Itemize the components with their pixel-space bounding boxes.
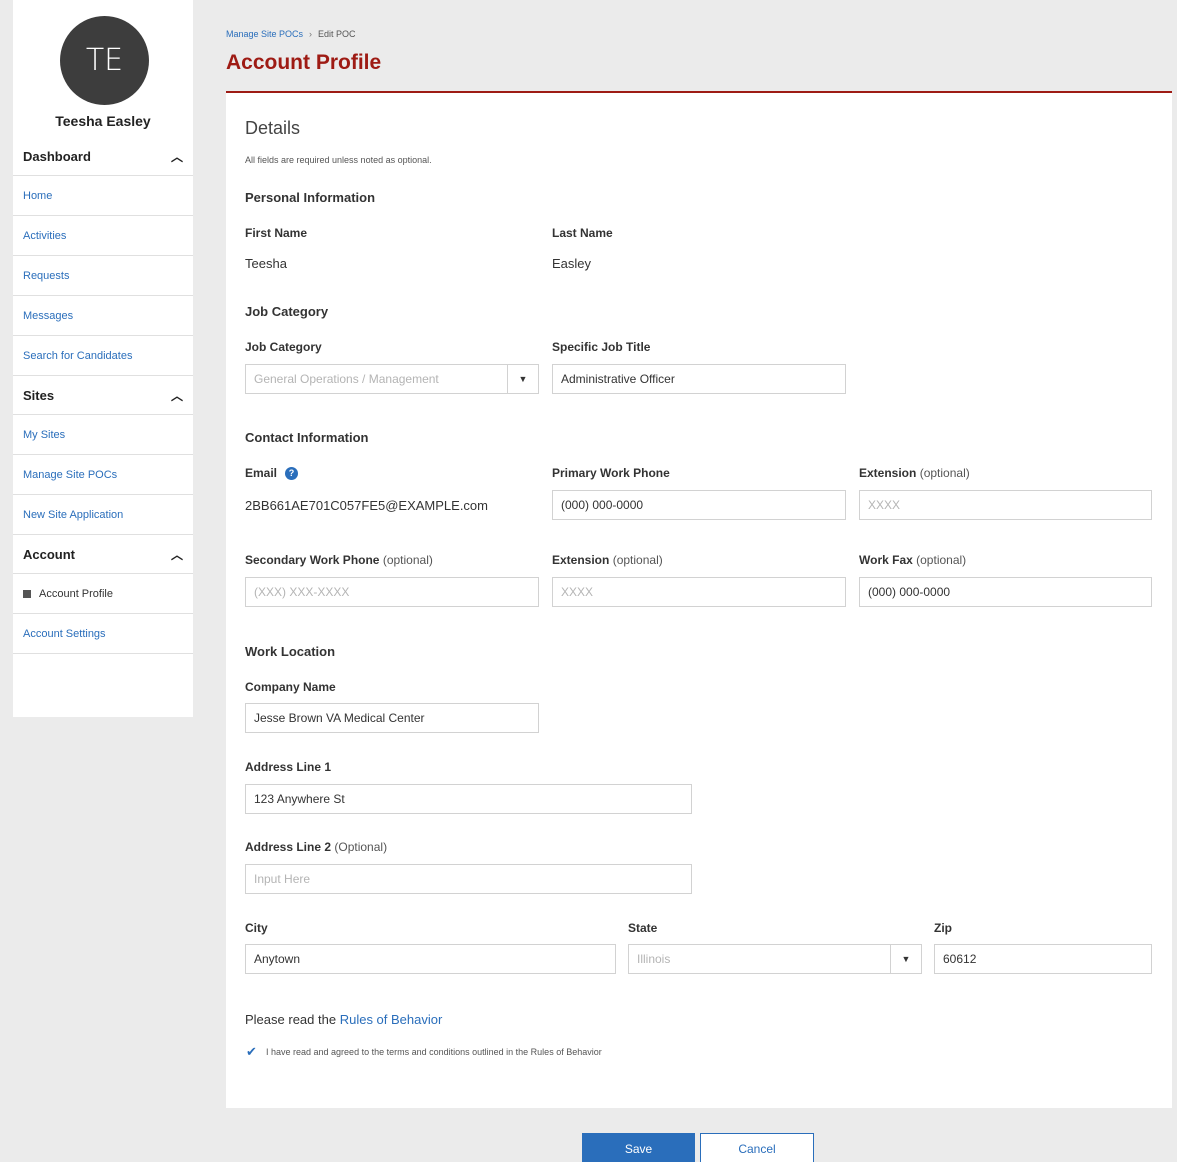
extension-2-input[interactable]: XXXX <box>552 577 846 607</box>
optional-tag: (optional) <box>919 466 970 480</box>
first-name-value: Teesha <box>245 256 287 271</box>
company-name-input[interactable]: Jesse Brown VA Medical Center <box>245 703 539 733</box>
address2-input[interactable]: Input Here <box>245 864 692 894</box>
zip-input[interactable]: 60612 <box>934 944 1152 974</box>
last-name-label: Last Name <box>552 226 613 240</box>
state-value: Illinois <box>637 952 671 966</box>
contact-info-heading: Contact Information <box>245 430 369 445</box>
company-name-label: Company Name <box>245 680 336 694</box>
work-location-heading: Work Location <box>245 644 336 659</box>
address2-label: Address Line 2 (Optional) <box>245 840 387 854</box>
rules-prefix: Please read the <box>245 1012 337 1027</box>
required-note: All fields are required unless noted as … <box>245 155 432 165</box>
email-value: 2BB661AE701C057FE5@EXAMPLE.com <box>245 498 488 513</box>
extension-input[interactable]: XXXX <box>859 490 1152 520</box>
sidebar-item-my-sites[interactable]: My Sites <box>13 415 193 455</box>
sidebar-item-label: Account Profile <box>39 587 113 600</box>
state-select[interactable]: Illinois ▼ <box>628 944 922 974</box>
job-category-select[interactable]: General Operations / Management ▼ <box>245 364 539 394</box>
work-fax-label-text: Work Fax <box>859 553 913 567</box>
agree-checkbox[interactable]: ✔ <box>246 1045 260 1059</box>
secondary-phone-input[interactable]: (XXX) XXX-XXXX <box>245 577 539 607</box>
primary-phone-input[interactable]: (000) 000-0000 <box>552 490 846 520</box>
job-category-value: General Operations / Management <box>254 372 439 386</box>
optional-tag: (optional) <box>382 553 433 567</box>
chevron-up-icon[interactable]: ︿ <box>171 148 183 165</box>
extension-2-label-text: Extension <box>552 553 610 567</box>
job-title-label: Specific Job Title <box>552 340 651 354</box>
cancel-button[interactable]: Cancel <box>700 1133 814 1162</box>
chevron-up-icon[interactable]: ︿ <box>171 546 183 563</box>
address2-label-text: Address Line 2 <box>245 840 332 854</box>
sidebar-item-activities[interactable]: Activities <box>13 216 193 256</box>
avatar[interactable]: TE <box>60 16 149 105</box>
sidebar-item-manage-site-pocs[interactable]: Manage Site POCs <box>13 455 193 495</box>
sidebar-item-account-settings[interactable]: Account Settings <box>13 614 193 654</box>
sidebar-item-home[interactable]: Home <box>13 176 193 216</box>
sidebar-item-messages[interactable]: Messages <box>13 296 193 336</box>
page-title: Account Profile <box>226 51 382 74</box>
active-marker-icon <box>23 589 31 598</box>
secondary-phone-label-text: Secondary Work Phone <box>245 553 380 567</box>
first-name-label: First Name <box>245 226 308 240</box>
extension-2-label: Extension (optional) <box>552 553 663 567</box>
job-category-label: Job Category <box>245 340 322 354</box>
city-input[interactable]: Anytown <box>245 944 616 974</box>
secondary-phone-label: Secondary Work Phone (optional) <box>245 553 433 567</box>
last-name-value: Easley <box>552 256 592 271</box>
personal-info-heading: Personal Information <box>245 190 376 205</box>
nav-section-label: Sites <box>23 387 55 403</box>
address1-input[interactable]: 123 Anywhere St <box>245 784 692 814</box>
sidebar-item-account-profile[interactable]: Account Profile <box>13 574 193 614</box>
sidebar-item-search-candidates[interactable]: Search for Candidates <box>13 336 193 376</box>
work-fax-label: Work Fax (optional) <box>859 553 966 567</box>
save-button[interactable]: Save <box>582 1133 695 1162</box>
rules-prompt: Please read the Rules of Behavior <box>245 1012 442 1027</box>
nav-section-label: Account <box>23 546 75 562</box>
email-label-row: Email? <box>245 466 299 480</box>
sidebar: TE Teesha Easley Dashboard ︿ Home Activi… <box>13 0 193 717</box>
sidebar-nav: Dashboard ︿ Home Activities Requests Mes… <box>13 137 193 654</box>
optional-tag: (optional) <box>612 553 663 567</box>
nav-section-label: Dashboard <box>23 148 91 164</box>
caret-down-icon[interactable]: ▼ <box>507 365 538 393</box>
nav-section-dashboard[interactable]: Dashboard ︿ <box>13 137 193 176</box>
agree-text: I have read and agreed to the terms and … <box>266 1047 602 1057</box>
optional-tag: (optional) <box>916 553 967 567</box>
rules-of-behavior-link[interactable]: Rules of Behavior <box>340 1012 443 1027</box>
sidebar-item-requests[interactable]: Requests <box>13 256 193 296</box>
nav-section-account[interactable]: Account ︿ <box>13 535 193 574</box>
optional-tag: (Optional) <box>334 840 388 854</box>
nav-section-sites[interactable]: Sites ︿ <box>13 376 193 415</box>
primary-phone-label: Primary Work Phone <box>552 466 670 480</box>
form-card: Details All fields are required unless n… <box>226 91 1172 1108</box>
breadcrumb: Manage Site POCs › Edit POC <box>226 29 356 39</box>
extension-label: Extension (optional) <box>859 466 970 480</box>
breadcrumb-current: Edit POC <box>318 29 356 39</box>
city-label: City <box>245 921 268 935</box>
caret-down-icon[interactable]: ▼ <box>890 945 921 973</box>
job-category-heading: Job Category <box>245 304 329 319</box>
job-title-input[interactable]: Administrative Officer <box>552 364 846 394</box>
chevron-up-icon[interactable]: ︿ <box>171 387 183 404</box>
state-label: State <box>628 921 658 935</box>
breadcrumb-parent-link[interactable]: Manage Site POCs <box>226 29 303 39</box>
extension-label-text: Extension <box>859 466 917 480</box>
address1-label: Address Line 1 <box>245 760 332 774</box>
email-label: Email <box>245 466 278 480</box>
zip-label: Zip <box>934 921 952 935</box>
breadcrumb-separator-icon: › <box>309 29 313 39</box>
user-name: Teesha Easley <box>55 113 151 129</box>
details-heading: Details <box>245 118 301 138</box>
sidebar-item-new-site-application[interactable]: New Site Application <box>13 495 193 535</box>
work-fax-input[interactable]: (000) 000-0000 <box>859 577 1152 607</box>
help-icon[interactable]: ? <box>285 467 299 480</box>
